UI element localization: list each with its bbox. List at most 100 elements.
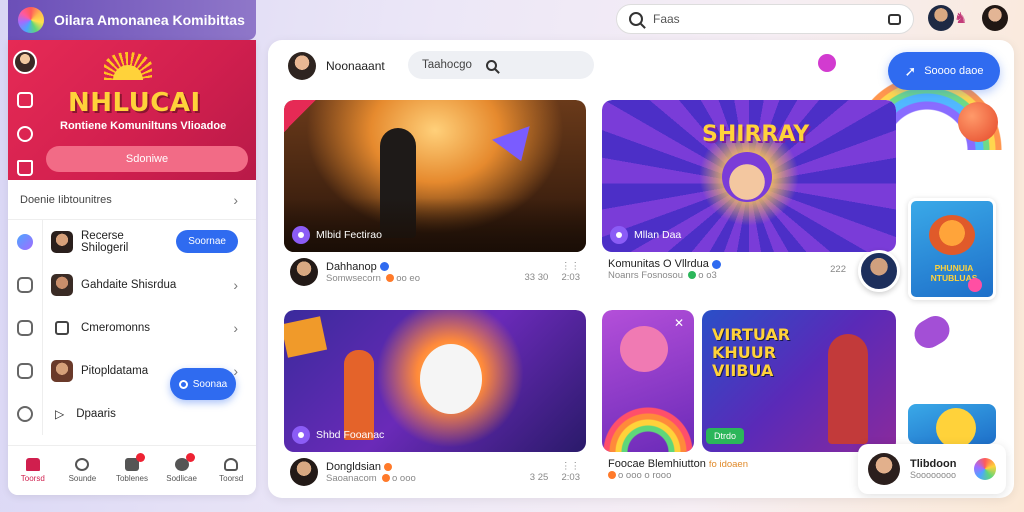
sidebar-item[interactable]: Recerse Shilogeril Soornae (8, 220, 256, 263)
thumbnail-banner: VIRTUAR KHUUR VIIBUA (712, 325, 791, 380)
more-icon[interactable]: ⋮⋮ (530, 461, 580, 472)
video-thumbnail[interactable]: SHIRRAY Mllan Daa (602, 100, 896, 252)
app-logo[interactable] (18, 7, 44, 33)
decoration-ball (968, 278, 982, 292)
bookmark-icon (55, 320, 69, 335)
verified-icon (711, 259, 721, 269)
creator-avatar[interactable] (858, 250, 900, 292)
profile-avatar[interactable] (13, 50, 37, 74)
author-name[interactable]: Foocae Blemhiutton (608, 458, 706, 470)
hero-button[interactable]: Sdoniwe (46, 146, 248, 172)
tag-icon (292, 426, 310, 444)
bottom-nav: Toorsd Sounde Toblenes Sodlicae Toorsd (8, 445, 256, 495)
chevron-right-icon: › (233, 191, 238, 208)
play-icon: ▷ (55, 406, 65, 421)
thumbnail-banner: SHIRRAY (702, 122, 810, 147)
video-tag: Mlbid Fectirao (292, 226, 382, 244)
sidebar-item[interactable]: Gahdaite Shisrdua › (8, 263, 256, 306)
reaction-count: o ooo (391, 472, 416, 484)
item-avatar (51, 359, 73, 382)
author-subtitle: Saoanacom (326, 472, 377, 484)
sidebar-thumbnail[interactable] (908, 404, 996, 444)
sidebar-thumbnail[interactable]: PHUNUIA NTUBLUAS (908, 198, 996, 300)
camera-icon[interactable] (17, 362, 33, 379)
guitar-icon (909, 310, 955, 354)
notification-icon[interactable]: ♞ (954, 9, 967, 27)
author-name[interactable]: Komunitas O Vllrdua (608, 258, 709, 270)
section-header[interactable]: Doenie Iibtounitres › (8, 180, 256, 220)
video-tag: Shbd Fooanac (292, 426, 384, 444)
reaction-icon (688, 271, 697, 280)
author-suffix: fo idoaen (708, 459, 748, 470)
profile-avatar[interactable] (868, 453, 900, 485)
video-thumbnail[interactable]: Mlbid Fectirao (284, 100, 586, 252)
feed-header: Noonaaant (288, 52, 385, 80)
sun-logo (104, 52, 152, 80)
author-avatar[interactable] (290, 258, 318, 286)
star-icon[interactable] (17, 126, 33, 142)
author-subtitle: Noanrs Fosnosou (608, 270, 683, 281)
more-icon[interactable]: ⋮⋮ (525, 261, 580, 272)
user-avatar-2[interactable] (982, 5, 1008, 31)
chevron-right-icon: › (233, 276, 238, 293)
cta-button[interactable]: ➚ Soooo daoe (888, 52, 1000, 90)
global-search[interactable]: Faas (616, 4, 914, 34)
app-icon[interactable] (17, 276, 33, 293)
floating-action-button[interactable]: Soonaa (170, 368, 236, 400)
video-thumbnail[interactable]: ✕ (602, 310, 694, 452)
nav-social[interactable]: Sodlicae (160, 453, 204, 483)
decoration-ball (958, 102, 998, 142)
video-card[interactable]: ✕ VIRTUAR KHUUR VIIBUA Dtrdo Foocae Blem… (602, 310, 896, 498)
author-name[interactable]: Dongldsian (326, 461, 381, 473)
home-icon (25, 458, 40, 471)
search-icon (485, 59, 497, 71)
video-thumbnail[interactable]: VIRTUAR KHUUR VIIBUA Dtrdo (702, 310, 896, 452)
sidebar-item[interactable]: Cmeromonns › (8, 306, 256, 349)
user-avatar[interactable] (288, 52, 316, 80)
chevron-right-icon: › (233, 319, 238, 336)
search-icon (629, 12, 643, 26)
nav-inbox[interactable]: Toblenes (110, 453, 154, 483)
video-card[interactable]: SHIRRAY Mllan Daa Komunitas O Vllrdua No… (602, 100, 896, 298)
nav-home[interactable]: Toorsd (11, 458, 55, 483)
tag-icon (292, 226, 310, 244)
reaction-icon (608, 471, 616, 480)
app-icon[interactable] (17, 233, 33, 250)
palette-icon[interactable] (974, 458, 996, 480)
decoration-ball (818, 54, 836, 72)
item-avatar (51, 273, 73, 296)
duration: 2:03 (561, 272, 581, 283)
search-icon (75, 458, 90, 471)
nav-profile[interactable]: Toorsd (209, 458, 253, 483)
sidebar-item-label: Gahdaite Shisrdua (81, 278, 177, 291)
video-thumbnail[interactable]: Shbd Fooanac (284, 310, 586, 452)
chat-icon (178, 379, 188, 389)
home-icon[interactable] (17, 160, 33, 176)
nav-search[interactable]: Sounde (60, 458, 104, 483)
window-icon[interactable] (888, 13, 901, 25)
app-header: Oilara Amonanea Komibittas (8, 0, 256, 40)
view-count: 3 25 (529, 472, 549, 483)
user-avatar-1[interactable] (928, 5, 954, 31)
chat-icon (174, 453, 195, 471)
video-card[interactable]: Mlbid Fectirao Dahhanop Somwsecorn oo eo… (284, 100, 586, 298)
author-name[interactable]: Dahhanop (326, 261, 377, 273)
video-card[interactable]: Shbd Fooanac Dongldsian Saoanacom o ooo … (284, 310, 586, 498)
settings-icon[interactable] (17, 405, 33, 422)
record-icon[interactable] (17, 92, 33, 108)
thumbnail-banner: PHUNUIA NTUBLUAS (930, 263, 978, 283)
tag-icon (610, 226, 628, 244)
join-button[interactable]: Soornae (176, 230, 238, 253)
profile-icon (224, 458, 239, 471)
user-name: Noonaaant (326, 59, 385, 73)
profile-card[interactable]: Tlibdoon Soooooooo (858, 444, 1006, 494)
search-input[interactable]: Faas (653, 12, 878, 26)
feed-search-input[interactable]: Taahocgo (422, 59, 472, 71)
feed-search[interactable]: Taahocgo (408, 51, 594, 79)
image-icon[interactable] (17, 319, 33, 336)
author-avatar[interactable] (290, 458, 318, 486)
duration: 2:03 (561, 472, 581, 483)
section-label: Doenie Iibtounitres (20, 193, 112, 206)
author-subtitle: Somwsecorn (326, 272, 381, 284)
close-icon[interactable]: ✕ (674, 316, 684, 330)
